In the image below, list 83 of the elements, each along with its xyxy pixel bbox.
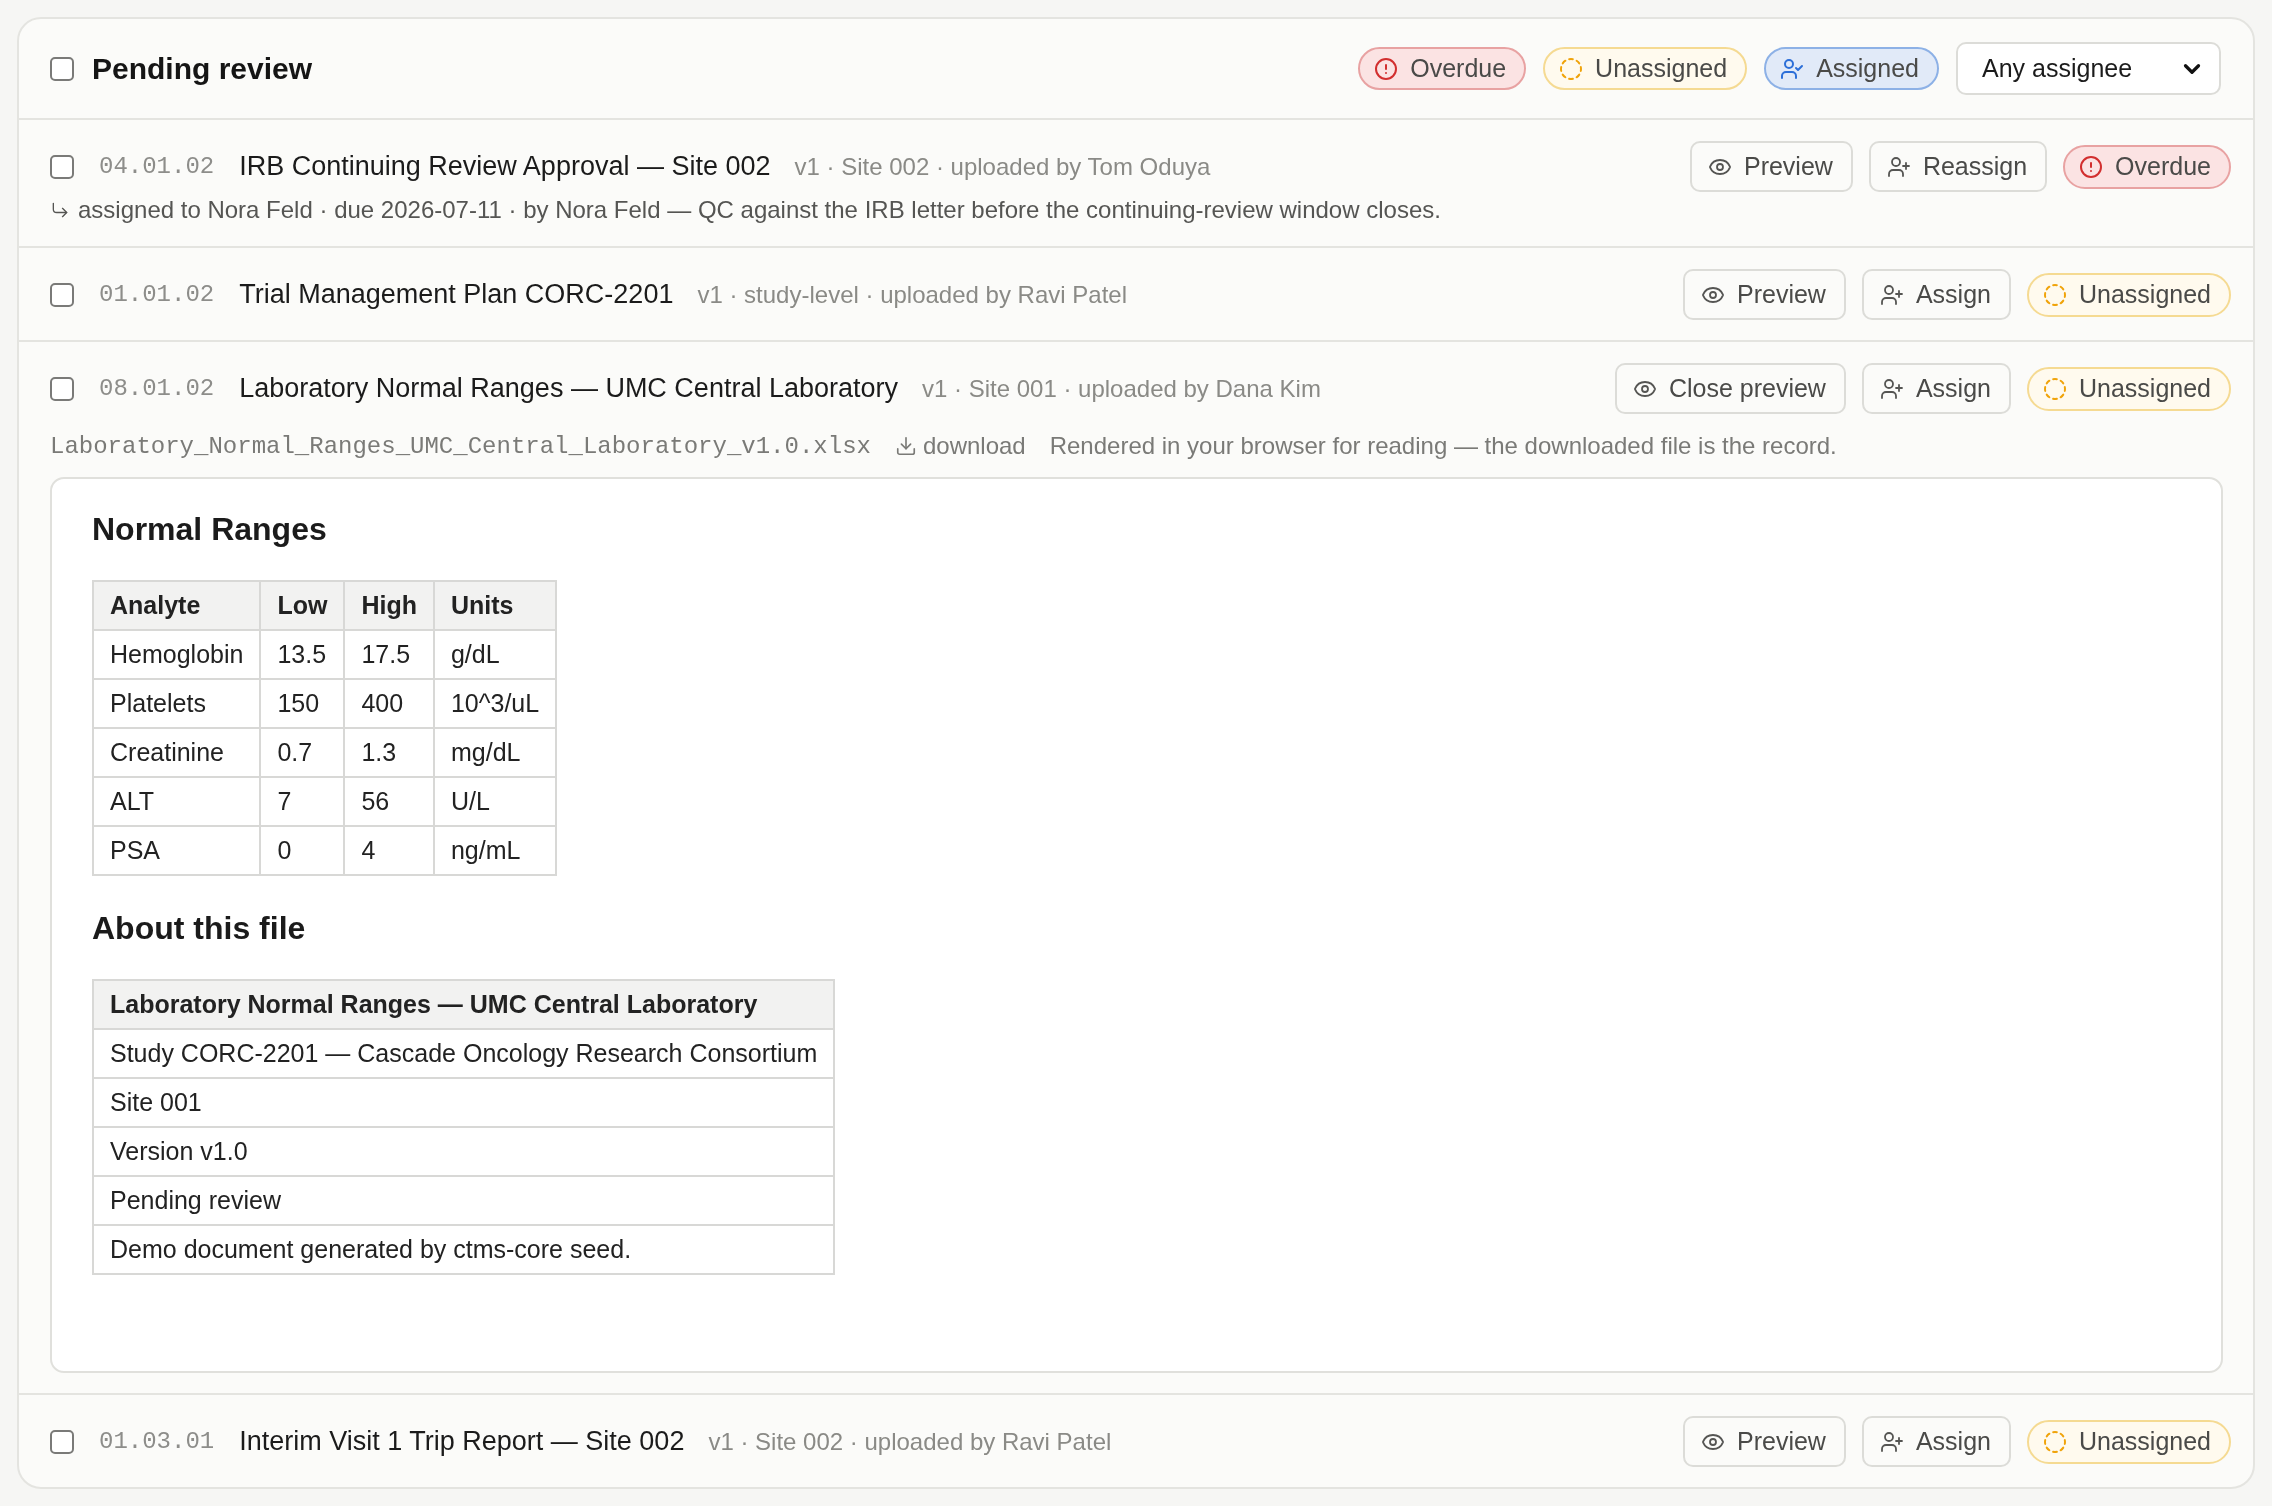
- user-plus-icon: [1886, 154, 1911, 179]
- table-cell: 0.7: [260, 728, 345, 777]
- document-code: 04.01.02: [99, 153, 215, 180]
- user-plus-icon: [1879, 1429, 1904, 1454]
- table-cell: Platelets: [93, 679, 261, 728]
- download-link[interactable]: download: [894, 432, 1026, 460]
- document-code: 01.01.02: [99, 281, 215, 308]
- checkbox[interactable]: [50, 282, 74, 307]
- checkbox[interactable]: [50, 154, 74, 179]
- alert-circle-icon: [1374, 56, 1399, 81]
- assignment-note: assigned to Nora Feld · due 2026-07-11 · by Nora Feld — QC against the IRB letter before the continuing-review window closes.: [78, 196, 1441, 224]
- table-cell: 17.5: [344, 630, 434, 679]
- download-icon: [894, 435, 917, 457]
- table-cell: 400: [344, 679, 434, 728]
- table-cell: g/dL: [433, 630, 557, 679]
- file-name: Laboratory_Normal_Ranges_UMC_Central_Laboratory_v1.0.xlsx: [50, 432, 871, 460]
- filter-chip[interactable]: Assigned: [1764, 47, 1939, 90]
- table-cell: Creatinine: [93, 728, 261, 777]
- table-cell: ALT: [93, 777, 261, 826]
- table-cell: 13.5: [260, 630, 345, 679]
- dashed-circle-icon: [2042, 376, 2067, 401]
- table-cell: PSA: [93, 826, 261, 875]
- table-header-cell: Analyte: [93, 581, 261, 630]
- status-badge: Overdue: [2063, 144, 2231, 189]
- document-meta: v1 · Site 002 · uploaded by Ravi Patel: [708, 1427, 1112, 1456]
- panel-title: Pending review: [92, 51, 313, 86]
- user-check-icon: [1780, 56, 1805, 81]
- table-cell: U/L: [433, 777, 557, 826]
- section-heading: Normal Ranges: [92, 510, 327, 549]
- dashed-circle-icon: [1559, 56, 1584, 81]
- status-badge: Unassigned: [2026, 366, 2231, 411]
- status-badge: Unassigned: [2026, 272, 2231, 317]
- checkbox[interactable]: [50, 376, 74, 401]
- table-header-cell: Low: [260, 581, 345, 630]
- corner-arrow-icon: [50, 200, 70, 220]
- status-badge: Unassigned: [2026, 1419, 2231, 1464]
- preview-note: Rendered in your browser for reading — the downloaded file is the record.: [1049, 432, 1837, 460]
- preview-button[interactable]: Preview: [1683, 269, 1846, 320]
- assign-button[interactable]: Assign: [1861, 269, 2011, 320]
- alert-circle-icon: [2079, 154, 2104, 179]
- document-meta: v1 · Site 001 · uploaded by Dana Kim: [922, 374, 1321, 403]
- preview-button[interactable]: Close preview: [1614, 363, 1846, 414]
- document-code: 01.03.01: [99, 1428, 215, 1455]
- document-meta: v1 · Site 002 · uploaded by Tom Oduya: [794, 152, 1211, 181]
- section-heading: About this file: [92, 909, 306, 948]
- checkbox[interactable]: [50, 56, 74, 81]
- assignee-select[interactable]: Any assignee: [1956, 42, 2221, 95]
- table-header-cell: Laboratory Normal Ranges — UMC Central Laboratory: [93, 980, 835, 1029]
- assign-button[interactable]: Reassign: [1868, 141, 2048, 192]
- preview-button[interactable]: Preview: [1689, 141, 1853, 192]
- checkbox[interactable]: [50, 1429, 74, 1454]
- table-cell: Demo document generated by ctms-core seed.: [93, 1225, 835, 1274]
- table-cell: 150: [260, 679, 345, 728]
- table-header-cell: Units: [433, 581, 557, 630]
- table-cell: 4: [344, 826, 434, 875]
- document-code: 08.01.02: [99, 375, 215, 402]
- table-cell: Version v1.0: [93, 1127, 835, 1176]
- assign-button[interactable]: Assign: [1861, 363, 2011, 414]
- table-cell: 0: [260, 826, 345, 875]
- table-cell: mg/dL: [433, 728, 557, 777]
- table-cell: Hemoglobin: [93, 630, 261, 679]
- user-plus-icon: [1879, 282, 1904, 307]
- table-cell: 1.3: [344, 728, 434, 777]
- table-cell: Study CORC-2201 — Cascade Oncology Research Consortium: [93, 1029, 835, 1078]
- user-plus-icon: [1879, 376, 1904, 401]
- preview-button[interactable]: Preview: [1683, 1416, 1846, 1467]
- table-header-cell: High: [344, 581, 434, 630]
- document-title: IRB Continuing Review Approval — Site 002: [239, 151, 771, 182]
- table-cell: 56: [344, 777, 434, 826]
- filter-chip[interactable]: Overdue: [1358, 47, 1527, 90]
- dashed-circle-icon: [2042, 282, 2067, 307]
- filter-chip[interactable]: Unassigned: [1543, 47, 1748, 90]
- table-cell: 10^3/uL: [433, 679, 557, 728]
- document-meta: v1 · study-level · uploaded by Ravi Patel: [697, 280, 1127, 309]
- table-cell: 7: [260, 777, 345, 826]
- document-title: Trial Management Plan CORC-2201: [239, 279, 674, 310]
- table-cell: Pending review: [93, 1176, 835, 1225]
- document-title: Interim Visit 1 Trip Report — Site 002: [239, 1426, 685, 1457]
- assign-button[interactable]: Assign: [1861, 1416, 2011, 1467]
- dashed-circle-icon: [2042, 1429, 2067, 1454]
- table-cell: ng/mL: [433, 826, 557, 875]
- table-cell: Site 001: [93, 1078, 835, 1127]
- document-title: Laboratory Normal Ranges — UMC Central Laboratory: [239, 373, 898, 404]
